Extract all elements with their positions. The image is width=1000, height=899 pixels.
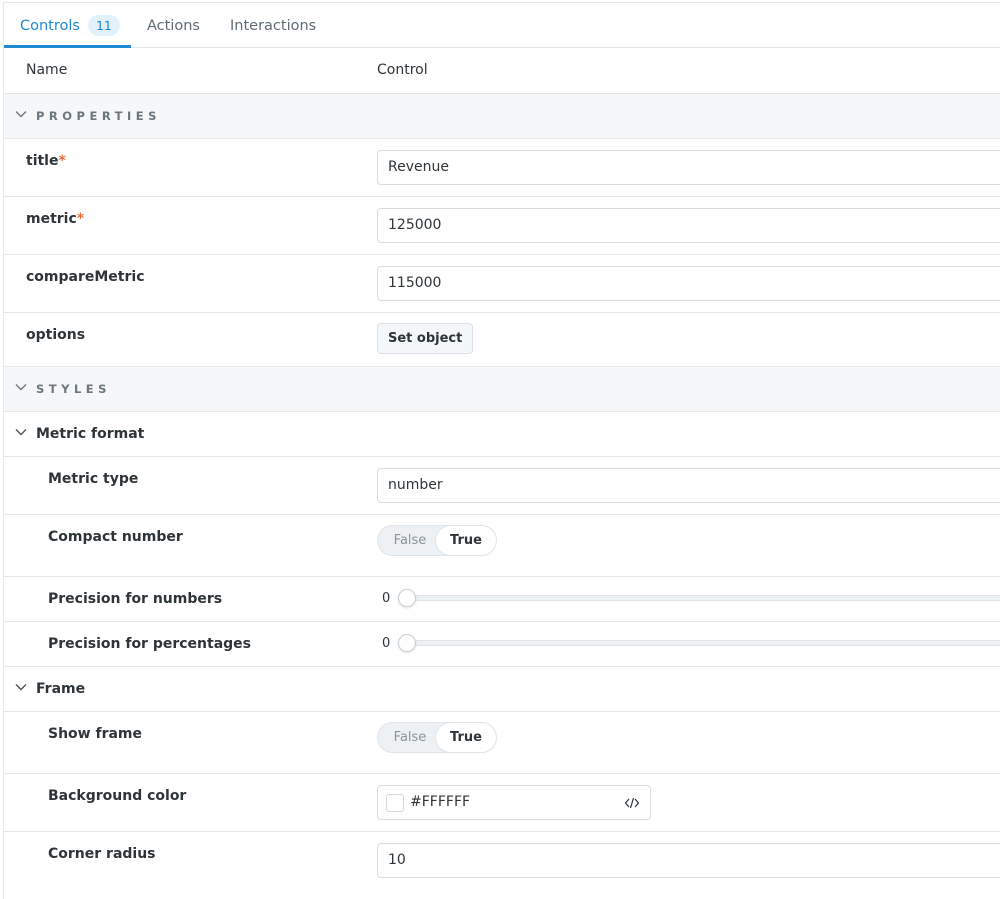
section-styles[interactable]: STYLES (4, 367, 1000, 412)
control-row-precision-percentages: Precision for percentages 0 (4, 622, 1000, 667)
control-row-options: options Set object (4, 313, 1000, 367)
chevron-down-icon (14, 380, 28, 394)
tab-controls[interactable]: Controls 11 (20, 3, 120, 48)
required-indicator: * (76, 211, 85, 227)
control-name: Show frame (48, 726, 143, 742)
section-properties-label: PROPERTIES (36, 109, 161, 123)
control-row-background-color: Background color #FFFFFF (4, 774, 1000, 832)
table-header: Name Control (4, 48, 1000, 94)
control-name: title* (26, 153, 66, 169)
slider-thumb[interactable] (398, 634, 416, 652)
metric-input[interactable]: 125000 (377, 208, 1000, 243)
range-value: 0 (382, 636, 391, 651)
precision-percentages-slider[interactable] (406, 640, 1000, 646)
section-properties[interactable]: PROPERTIES (4, 94, 1000, 139)
toggle-false-option[interactable]: False (384, 723, 436, 752)
control-name: metric* (26, 211, 84, 227)
toggle-true-option[interactable]: True (436, 723, 496, 752)
show-frame-toggle[interactable]: False True (377, 722, 497, 753)
tab-interactions[interactable]: Interactions (230, 3, 316, 48)
title-input[interactable]: Revenue (377, 150, 1000, 185)
required-indicator: * (58, 153, 66, 169)
subsection-frame-label: Frame (36, 681, 86, 697)
slider-thumb[interactable] (398, 589, 416, 607)
compare-metric-input[interactable]: 115000 (377, 266, 1000, 301)
color-value: #FFFFFF (410, 794, 471, 810)
control-row-corner-radius: Corner radius 10 (4, 832, 1000, 899)
metric-type-input[interactable]: number (377, 468, 1000, 503)
controls-panel: Controls 11 Actions Interactions Name Co… (3, 2, 1000, 899)
range-value: 0 (382, 591, 391, 606)
tab-actions-label: Actions (147, 17, 200, 34)
background-color-input[interactable]: #FFFFFF (377, 785, 651, 820)
control-name: Precision for numbers (48, 591, 223, 607)
tab-controls-label: Controls (20, 17, 80, 34)
code-icon[interactable] (624, 795, 640, 811)
tab-interactions-label: Interactions (230, 17, 317, 34)
toggle-false-option[interactable]: False (384, 526, 436, 555)
control-name-text: title (26, 153, 59, 169)
control-name: Metric type (48, 471, 139, 487)
control-name: options (26, 327, 86, 343)
subsection-metric-format-label: Metric format (36, 426, 145, 442)
tab-actions[interactable]: Actions (147, 3, 200, 48)
toggle-true-option[interactable]: True (436, 526, 496, 555)
control-row-show-frame: Show frame False True (4, 712, 1000, 774)
controls-count-badge: 11 (87, 15, 120, 36)
chevron-down-icon (14, 680, 28, 694)
control-name: Compact number (48, 529, 183, 545)
set-object-button[interactable]: Set object (377, 323, 474, 354)
control-name: compareMetric (26, 269, 145, 285)
control-name: Background color (48, 788, 187, 804)
control-row-compact-number: Compact number False True (4, 515, 1000, 577)
control-row-compare-metric: compareMetric 115000 (4, 255, 1000, 313)
column-header-name: Name (26, 62, 68, 78)
control-row-metric-type: Metric type number (4, 457, 1000, 515)
subsection-metric-format[interactable]: Metric format (4, 412, 1000, 457)
control-row-metric: metric* 125000 (4, 197, 1000, 255)
section-styles-label: STYLES (36, 382, 111, 396)
subsection-frame[interactable]: Frame (4, 667, 1000, 712)
corner-radius-input[interactable]: 10 (377, 843, 1000, 878)
chevron-down-icon (14, 107, 28, 121)
tab-bar: Controls 11 Actions Interactions (4, 3, 1000, 48)
control-name: Precision for percentages (48, 636, 252, 652)
column-header-control: Control (377, 62, 428, 78)
control-row-precision-numbers: Precision for numbers 0 (4, 577, 1000, 622)
chevron-down-icon (14, 425, 28, 439)
color-swatch[interactable] (386, 794, 404, 812)
control-row-title: title* Revenue (4, 139, 1000, 197)
compact-number-toggle[interactable]: False True (377, 525, 497, 556)
control-name-text: metric (26, 211, 77, 227)
precision-numbers-slider[interactable] (406, 595, 1000, 601)
control-name: Corner radius (48, 846, 156, 862)
